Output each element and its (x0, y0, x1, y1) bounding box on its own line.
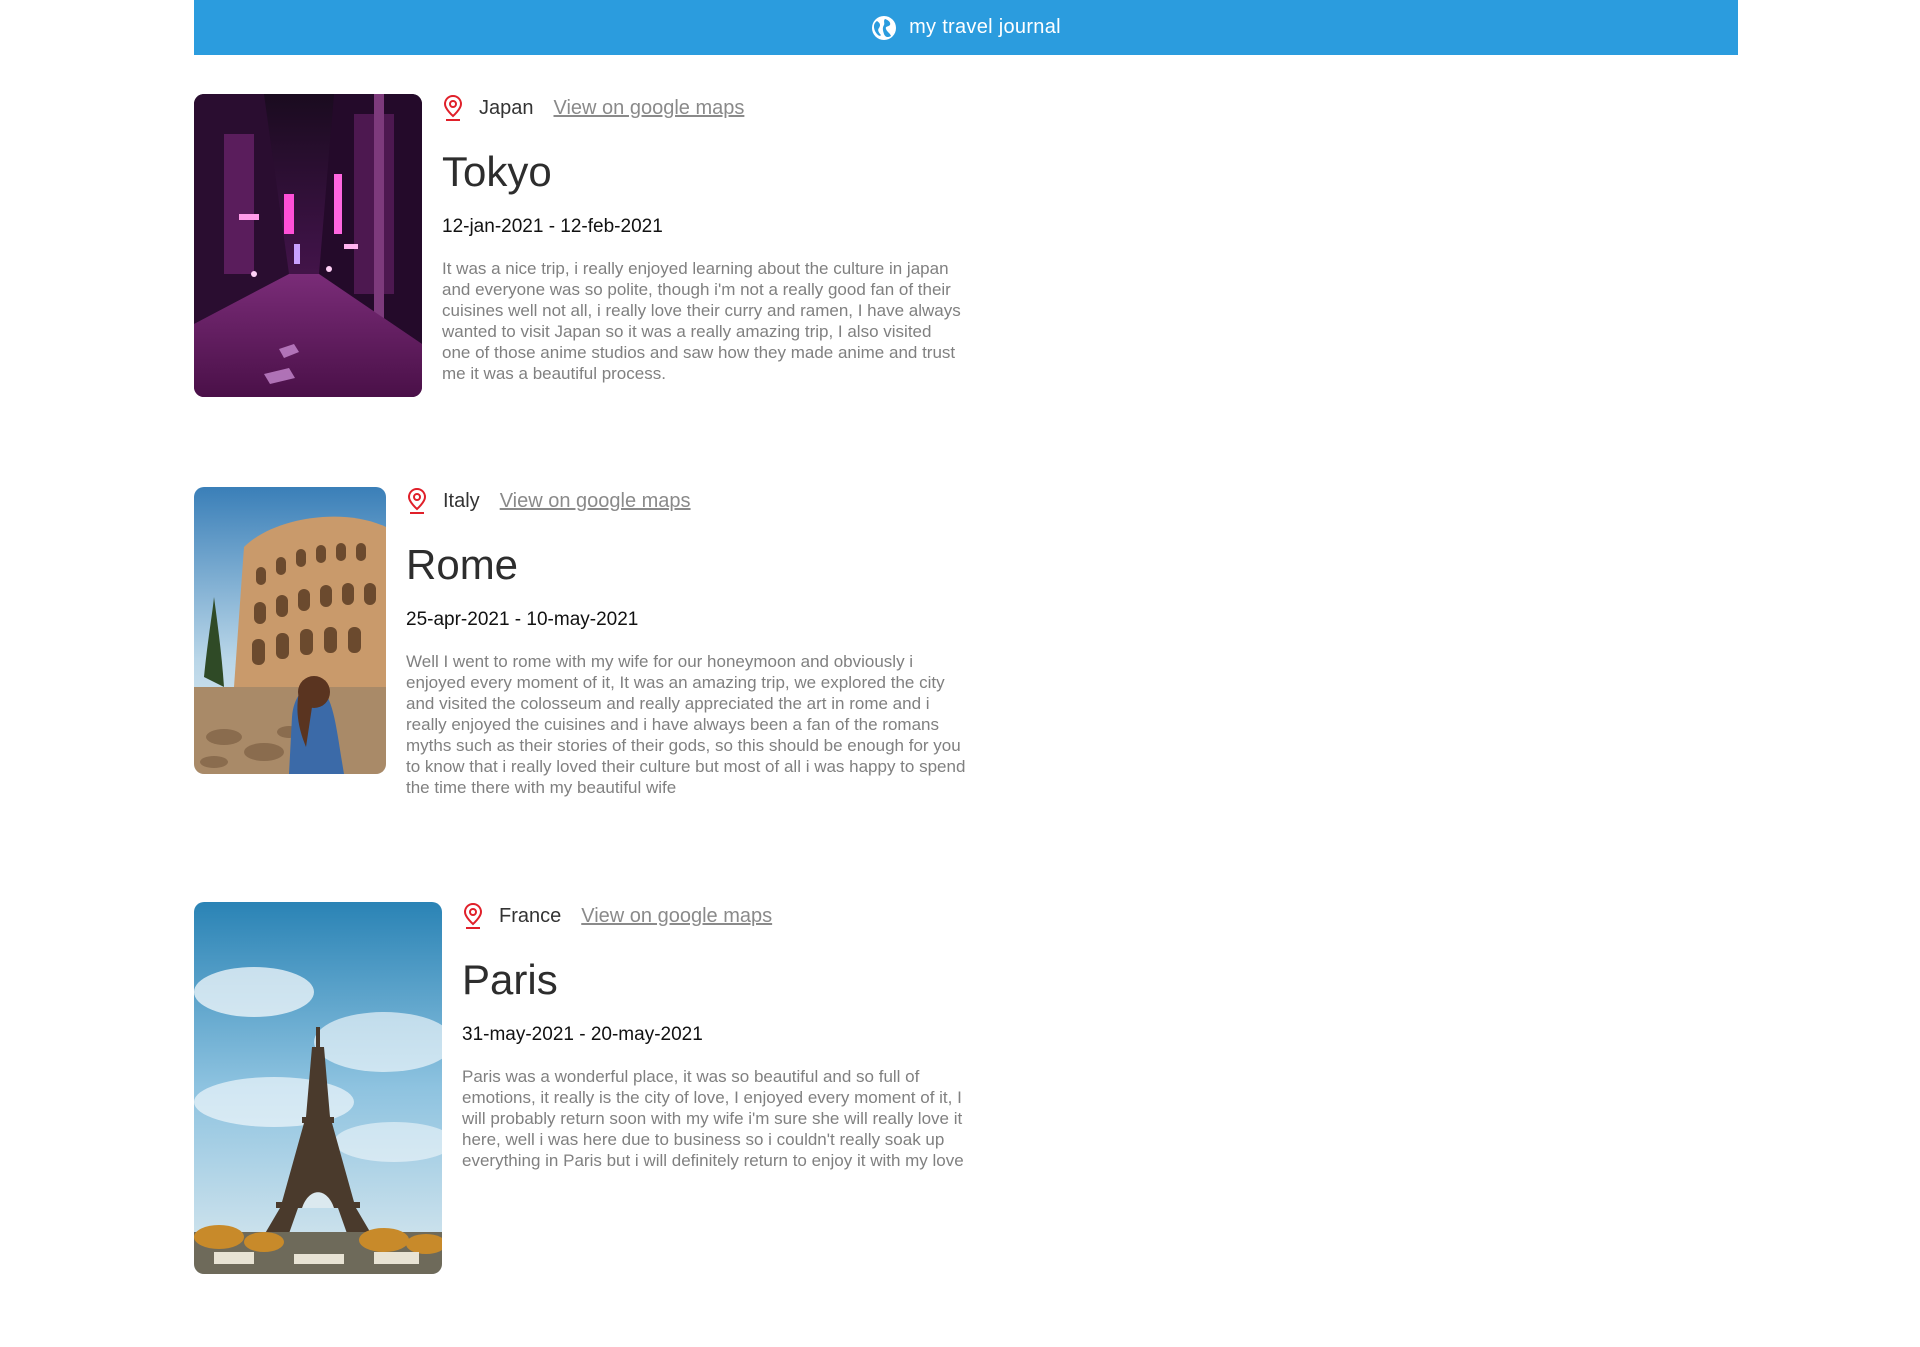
location-row: France View on google maps (462, 902, 1022, 930)
entry-info: France View on google maps Paris 31-may-… (462, 902, 1022, 1171)
location-row: Italy View on google maps (406, 487, 966, 515)
app-title: my travel journal (909, 16, 1061, 38)
country-label: France (499, 904, 562, 927)
entry-info: Japan View on google maps Tokyo 12-jan-2… (442, 94, 1002, 384)
google-maps-link[interactable]: View on google maps (554, 97, 745, 120)
trip-description: It was a nice trip, i really enjoyed lea… (442, 259, 961, 383)
journal-entry: Japan View on google maps Tokyo 12-jan-2… (194, 94, 1002, 397)
city-title: Tokyo (442, 148, 552, 195)
trip-dates: 31-may-2021 - 20-may-2021 (462, 1024, 703, 1045)
rome-photo (194, 487, 386, 774)
trip-dates: 25-apr-2021 - 10-may-2021 (406, 609, 639, 630)
globe-icon (871, 15, 897, 41)
city-title: Rome (406, 541, 519, 588)
entry-info: Italy View on google maps Rome 25-apr-20… (406, 487, 966, 798)
trip-description: Paris was a wonderful place, it was so b… (462, 1067, 964, 1170)
location-pin-icon (442, 94, 464, 122)
paris-photo (194, 902, 442, 1274)
tokyo-photo (194, 94, 422, 397)
trip-description: Well I went to rome with my wife for our… (406, 652, 966, 797)
location-pin-icon (406, 487, 428, 515)
journal-entry: Italy View on google maps Rome 25-apr-20… (194, 487, 966, 798)
country-label: Italy (443, 489, 480, 512)
google-maps-link[interactable]: View on google maps (581, 905, 772, 928)
city-title: Paris (462, 956, 558, 1003)
app-header: my travel journal (194, 0, 1738, 55)
journal-entry: France View on google maps Paris 31-may-… (194, 902, 1022, 1274)
location-row: Japan View on google maps (442, 94, 1002, 122)
location-pin-icon (462, 902, 484, 930)
country-label: Japan (479, 96, 534, 119)
google-maps-link[interactable]: View on google maps (500, 490, 691, 513)
trip-dates: 12-jan-2021 - 12-feb-2021 (442, 216, 663, 237)
